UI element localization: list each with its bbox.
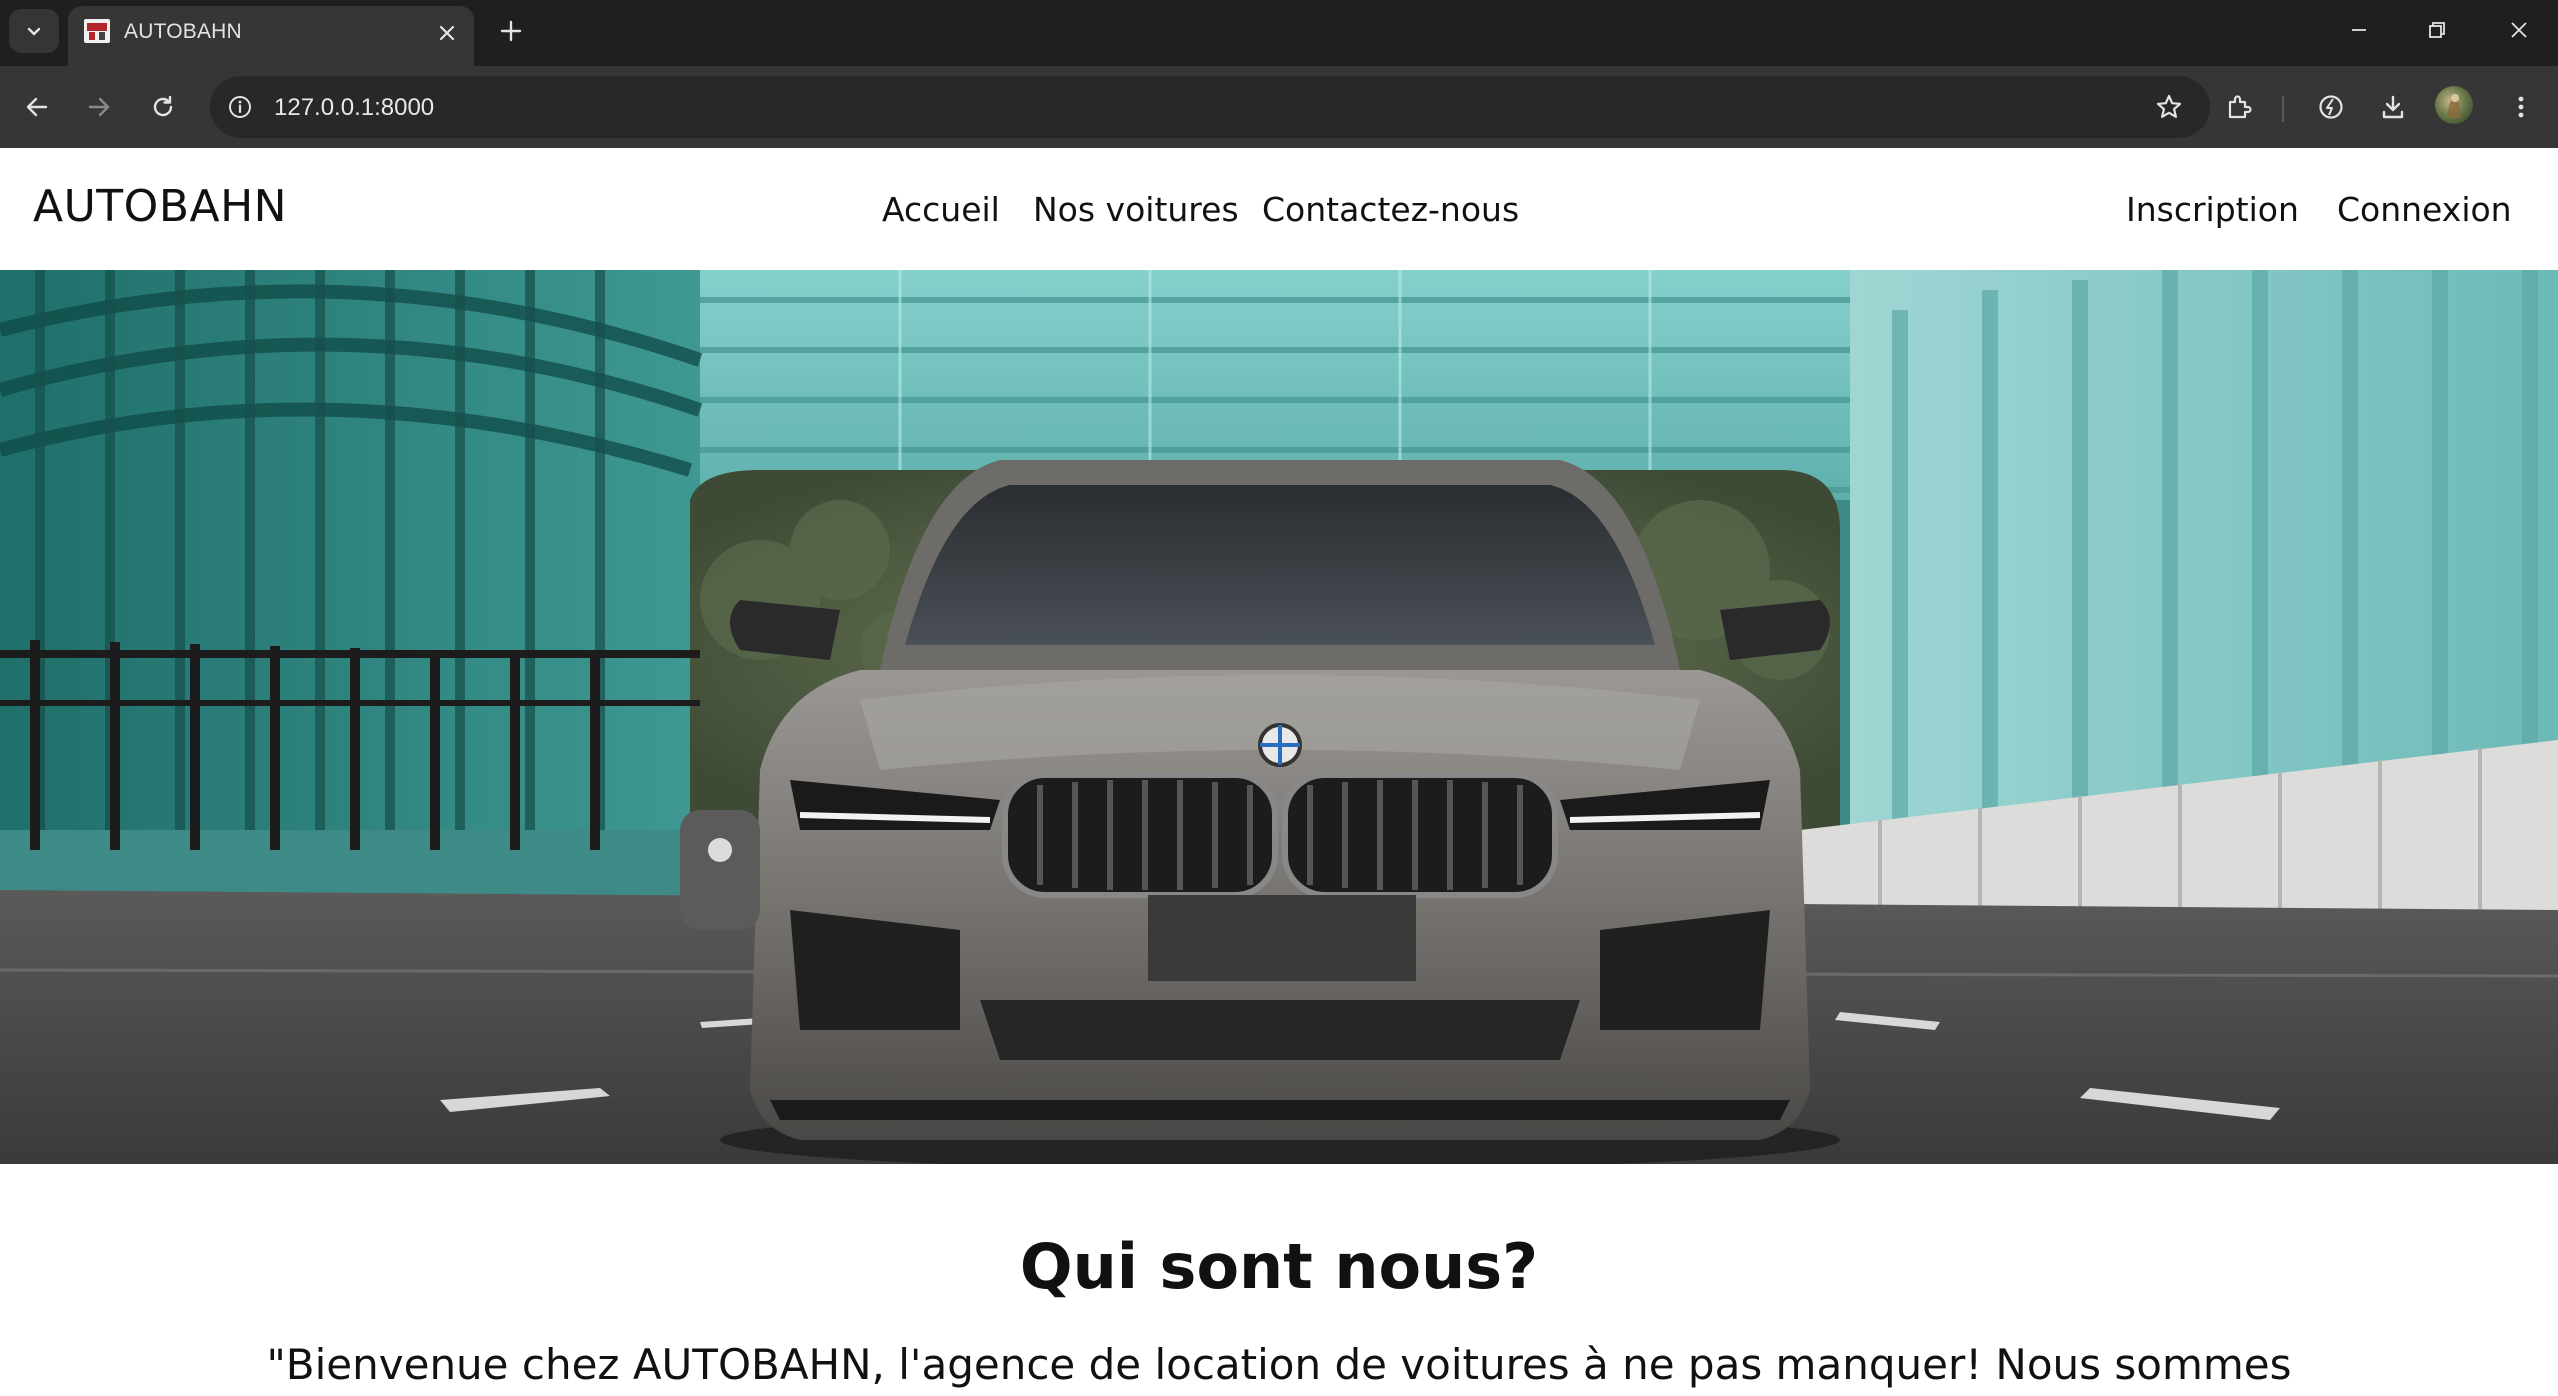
back-arrow-icon xyxy=(26,97,48,117)
minimize-button[interactable] xyxy=(2320,0,2398,60)
plus-icon xyxy=(500,20,522,42)
close-icon xyxy=(439,25,455,41)
toolbar-separator xyxy=(2282,96,2284,122)
address-bar[interactable]: 127.0.0.1:8000 xyxy=(210,76,2210,138)
reload-icon xyxy=(153,95,173,117)
profile-avatar[interactable] xyxy=(2435,86,2473,124)
tab-search-button[interactable] xyxy=(9,9,59,53)
hero-car-illustration xyxy=(0,270,2558,1164)
nav-link-contactez-nous[interactable]: Contactez-nous xyxy=(1262,190,1519,229)
brand-logo-link[interactable]: AUTOBAHN xyxy=(33,181,287,232)
tab-title: AUTOBAHN xyxy=(124,20,242,43)
site-info-button[interactable] xyxy=(222,89,258,125)
about-section-intro: "Bienvenue chez AUTOBAHN, l'agence de lo… xyxy=(266,1340,2292,1389)
download-icon xyxy=(2382,95,2404,119)
performance-button[interactable] xyxy=(2310,86,2352,128)
browser-tab-bar: AUTOBAHN xyxy=(0,0,2558,66)
extensions-button[interactable] xyxy=(2218,86,2260,128)
restore-button[interactable] xyxy=(2398,0,2476,60)
nav-link-inscription[interactable]: Inscription xyxy=(2126,190,2299,229)
info-icon xyxy=(229,96,251,118)
hero-image xyxy=(0,270,2558,1164)
forward-arrow-icon xyxy=(88,97,110,117)
extensions-icon xyxy=(2228,95,2252,119)
restore-icon xyxy=(2429,22,2445,38)
browser-toolbar: 127.0.0.1:8000 xyxy=(0,66,2558,148)
tab-close-button[interactable] xyxy=(430,16,464,50)
window-close-button[interactable] xyxy=(2480,0,2558,60)
performance-icon xyxy=(2319,95,2343,119)
site-navbar: AUTOBAHN Accueil Nos voitures Contactez-… xyxy=(0,148,2558,270)
window-close-icon xyxy=(2511,22,2527,38)
nav-link-accueil[interactable]: Accueil xyxy=(882,190,1000,229)
nav-link-nos-voitures[interactable]: Nos voitures xyxy=(1033,190,1239,229)
tab-search-icon xyxy=(27,27,41,36)
browser-menu-button[interactable] xyxy=(2500,86,2542,128)
bookmark-button[interactable] xyxy=(2152,90,2186,124)
nav-link-connexion[interactable]: Connexion xyxy=(2337,190,2512,229)
downloads-button[interactable] xyxy=(2372,86,2414,128)
menu-dots-icon xyxy=(2518,96,2524,118)
new-tab-button[interactable] xyxy=(492,12,530,50)
favicon-icon xyxy=(84,19,110,43)
back-button[interactable] xyxy=(16,86,58,128)
browser-tab[interactable]: AUTOBAHN xyxy=(68,6,474,66)
minimize-icon xyxy=(2352,29,2366,31)
profile-avatar-image xyxy=(2447,94,2461,118)
web-page: AUTOBAHN Accueil Nos voitures Contactez-… xyxy=(0,148,2558,1396)
star-icon xyxy=(2156,94,2182,118)
forward-button[interactable] xyxy=(78,86,120,128)
url-text: 127.0.0.1:8000 xyxy=(274,94,435,121)
about-section-title: Qui sont nous? xyxy=(1019,1230,1539,1303)
reload-button[interactable] xyxy=(142,86,184,128)
